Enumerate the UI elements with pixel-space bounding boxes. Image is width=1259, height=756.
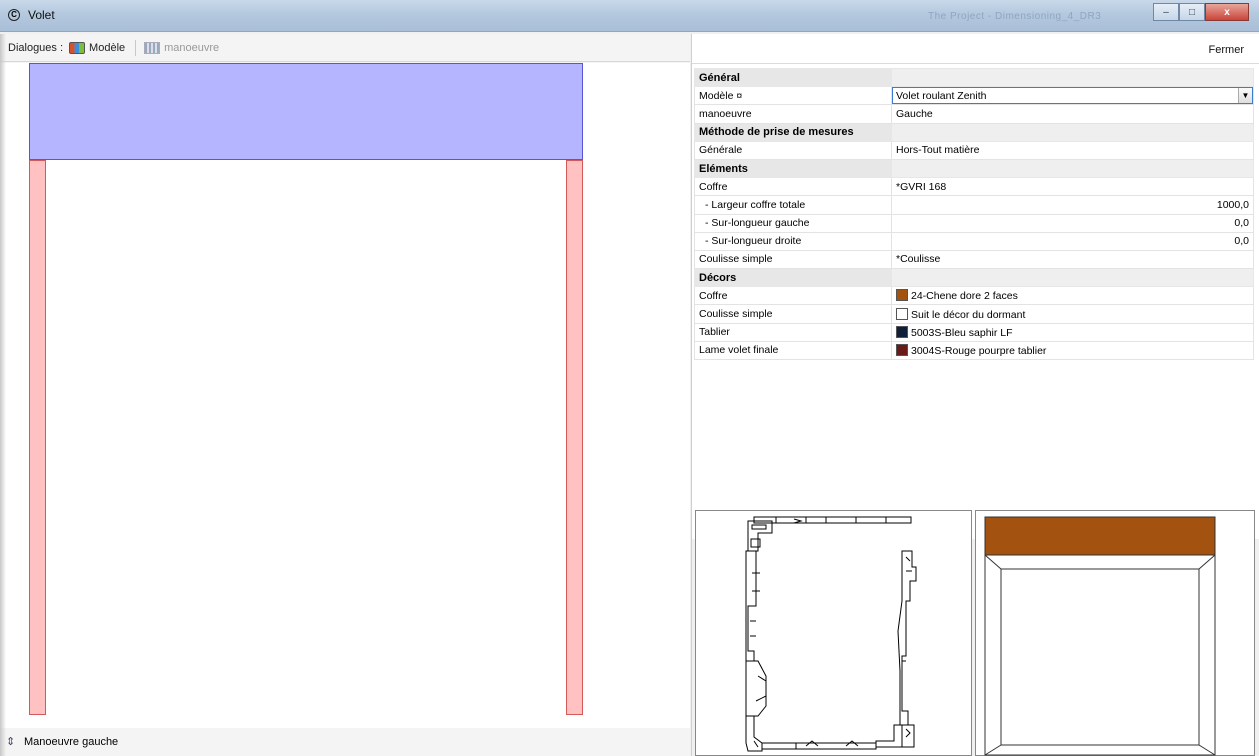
- section-decors: Décors: [694, 268, 1254, 288]
- section-measure-method: Méthode de prise de mesures: [694, 122, 1254, 142]
- property-label: manoeuvre: [694, 104, 892, 124]
- decor-value[interactable]: Suit le décor du dormant: [891, 304, 1254, 324]
- background-window-title: The Project - Dimensioning_4_DR3: [928, 11, 1102, 22]
- window-title: Volet: [28, 8, 55, 22]
- color-swatch: [896, 343, 908, 356]
- decor-value[interactable]: 3004S-Rouge pourpre tablier: [891, 340, 1254, 361]
- facade-drawing: [984, 516, 1216, 756]
- maximize-button[interactable]: □: [1179, 3, 1205, 21]
- close-button[interactable]: Fermer: [1209, 44, 1244, 56]
- property-label: Générale: [694, 140, 892, 160]
- properties-pane: Fermer Général Modèle ¤ Volet roulant Ze…: [691, 34, 1259, 756]
- dialogs-label: Dialogues :: [8, 41, 64, 54]
- property-label: Coffre: [694, 177, 892, 197]
- window-title-bar: C Volet The Project - Dimensioning_4_DR3…: [0, 0, 1259, 32]
- updown-arrows-icon: ⇕: [6, 736, 16, 748]
- property-label: Lame volet finale: [694, 340, 892, 361]
- property-table: Général Modèle ¤ Volet roulant Zenith ▼ …: [694, 67, 1254, 361]
- drawing-pane: Dialogues : Modèle manoeuvre ⇕ Manoeuvre…: [0, 34, 690, 756]
- status-text: Manoeuvre gauche: [24, 736, 119, 748]
- drawing-coffre[interactable]: [29, 63, 583, 160]
- property-row-coffre[interactable]: Coffre *GVRI 168: [694, 177, 1254, 197]
- app-icon: C: [8, 9, 20, 21]
- property-label: Coulisse simple: [694, 304, 892, 324]
- decor-row-tablier[interactable]: Tablier 5003S-Bleu saphir LF: [694, 322, 1254, 342]
- model-button-label: Modèle: [89, 41, 126, 54]
- close-window-button[interactable]: x: [1205, 3, 1249, 21]
- close-bar: Fermer: [692, 34, 1259, 64]
- property-label: Modèle ¤: [694, 86, 892, 106]
- model-button[interactable]: Modèle: [69, 41, 126, 54]
- shutter-drawing-canvas[interactable]: [0, 63, 690, 728]
- decor-name: 24-Chene dore 2 faces: [911, 290, 1018, 303]
- facade-preview: [975, 510, 1255, 756]
- window-controls: – □ x: [1153, 3, 1249, 21]
- model-dropdown[interactable]: Volet roulant Zenith ▼: [892, 87, 1253, 104]
- decor-value[interactable]: 5003S-Bleu saphir LF: [891, 322, 1254, 342]
- section-title: Général: [694, 67, 892, 88]
- decor-name: 3004S-Rouge pourpre tablier: [911, 344, 1047, 357]
- toolbar-separator: [135, 39, 137, 56]
- palette-icon: [69, 41, 86, 54]
- decor-value[interactable]: 24-Chene dore 2 faces: [891, 286, 1254, 306]
- section-title: Eléments: [694, 158, 892, 179]
- dialogs-toolbar: Dialogues : Modèle manoeuvre: [0, 34, 690, 62]
- decor-name: 5003S-Bleu saphir LF: [911, 326, 1013, 339]
- chevron-down-icon[interactable]: ▼: [1238, 88, 1252, 104]
- section-title: Méthode de prise de mesures: [694, 122, 892, 142]
- property-row-largeur[interactable]: - Largeur coffre totale 1000,0: [694, 195, 1254, 215]
- color-swatch: [896, 325, 908, 338]
- left-edge-shadow: [0, 34, 6, 756]
- color-swatch: [896, 289, 908, 302]
- model-dropdown-value: Volet roulant Zenith: [896, 89, 987, 102]
- section-general: Général: [694, 67, 1254, 88]
- minimize-button[interactable]: –: [1153, 3, 1179, 21]
- maneuver-button[interactable]: manoeuvre: [144, 41, 220, 54]
- drawing-coulisse-right[interactable]: [566, 160, 583, 715]
- property-value[interactable]: *GVRI 168: [891, 177, 1254, 197]
- property-value[interactable]: 0,0: [891, 231, 1254, 251]
- section-title: Décors: [694, 268, 892, 288]
- property-row-measure[interactable]: Générale Hors-Tout matière: [694, 140, 1254, 160]
- property-label: - Largeur coffre totale: [694, 195, 892, 215]
- maneuver-button-label: manoeuvre: [164, 41, 220, 54]
- property-value[interactable]: *Coulisse: [891, 249, 1254, 270]
- property-row-sur-droite[interactable]: - Sur-longueur droite 0,0: [694, 231, 1254, 251]
- profile-section-drawing: [745, 516, 917, 752]
- decor-name: Suit le décor du dormant: [911, 308, 1026, 321]
- profile-section-preview: [695, 510, 972, 756]
- property-value[interactable]: Hors-Tout matière: [891, 140, 1254, 160]
- maneuver-icon: [144, 41, 161, 54]
- facade-coffre: [984, 516, 1216, 556]
- property-label: - Sur-longueur droite: [694, 231, 892, 251]
- property-row-maneuver[interactable]: manoeuvre Gauche: [694, 104, 1254, 124]
- color-swatch: [896, 307, 908, 320]
- decor-row-coulisse[interactable]: Coulisse simple Suit le décor du dormant: [694, 304, 1254, 324]
- property-value[interactable]: Gauche: [891, 104, 1254, 124]
- status-bar: ⇕ Manoeuvre gauche: [0, 728, 690, 756]
- property-value[interactable]: 0,0: [891, 213, 1254, 233]
- property-label: Tablier: [694, 322, 892, 342]
- property-row-sur-gauche[interactable]: - Sur-longueur gauche 0,0: [694, 213, 1254, 233]
- property-label: - Sur-longueur gauche: [694, 213, 892, 233]
- property-label: Coffre: [694, 286, 892, 306]
- property-label: Coulisse simple: [694, 249, 892, 270]
- section-elements: Eléments: [694, 158, 1254, 179]
- property-row-coulisse[interactable]: Coulisse simple *Coulisse: [694, 249, 1254, 270]
- decor-row-lame-finale[interactable]: Lame volet finale 3004S-Rouge pourpre ta…: [694, 340, 1254, 361]
- decor-row-coffre[interactable]: Coffre 24-Chene dore 2 faces: [694, 286, 1254, 306]
- property-row-model[interactable]: Modèle ¤ Volet roulant Zenith ▼: [694, 86, 1254, 106]
- property-value[interactable]: 1000,0: [891, 195, 1254, 215]
- drawing-coulisse-left[interactable]: [29, 160, 46, 715]
- property-grid: Général Modèle ¤ Volet roulant Zenith ▼ …: [692, 64, 1259, 539]
